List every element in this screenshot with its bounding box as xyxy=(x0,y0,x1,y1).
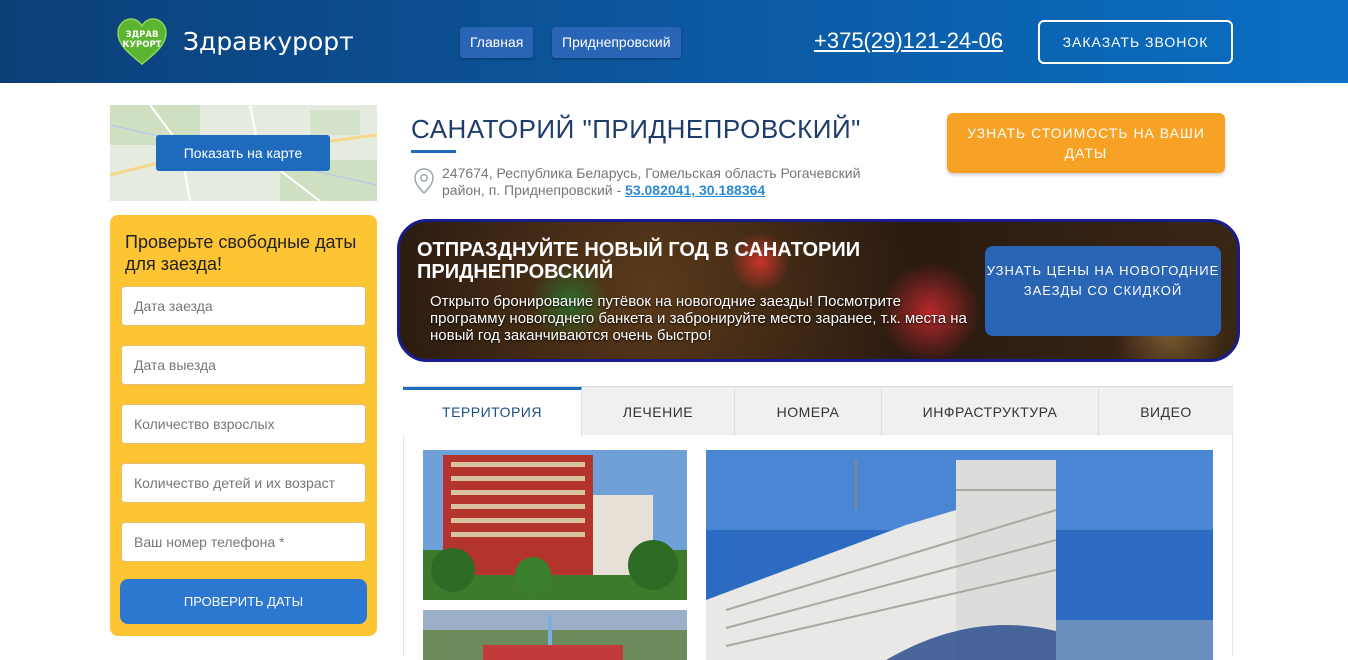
tab-video[interactable]: ВИДЕО xyxy=(1099,387,1233,436)
children-field[interactable]: Количество детей и их возраст xyxy=(121,463,366,503)
get-price-button[interactable]: УЗНАТЬ СТОИМОСТЬ НА ВАШИ ДАТЫ xyxy=(947,113,1225,173)
site-header: ЗДРАВ КУРОРТ Здравкурорт Главная Приднеп… xyxy=(0,0,1348,83)
territory-photo-main[interactable] xyxy=(706,450,1213,660)
phone-link[interactable]: +375(29)121-24-06 xyxy=(814,28,1003,54)
new-year-prices-button[interactable]: УЗНАТЬ ЦЕНЫ НА НОВОГОДНИЕ ЗАЕЗДЫ СО СКИД… xyxy=(985,246,1221,336)
logo-heart-icon[interactable]: ЗДРАВ КУРОРТ xyxy=(117,18,167,66)
nav-home[interactable]: Главная xyxy=(460,27,534,58)
checkout-date-field[interactable]: Дата выезда xyxy=(121,345,366,385)
new-year-banner: ОТПРАЗДНУЙТЕ НОВЫЙ ГОД В САНАТОРИИ ПРИДН… xyxy=(397,219,1240,362)
tab-territory[interactable]: ТЕРРИТОРИЯ xyxy=(403,387,582,436)
territory-photo-2[interactable] xyxy=(423,610,687,660)
availability-form: Проверьте свободные даты для заезда! Дат… xyxy=(110,215,377,636)
banner-text: Открыто бронирование путёвок на новогодн… xyxy=(430,293,967,344)
tab-rooms[interactable]: НОМЕРА xyxy=(735,387,882,436)
show-on-map-button[interactable]: Показать на карте xyxy=(156,135,330,171)
coords-link[interactable]: 53.082041, 30.188364 xyxy=(625,182,765,198)
tab-infrastructure[interactable]: ИНФРАСТРУКТУРА xyxy=(882,387,1099,436)
checkin-date-field[interactable]: Дата заезда xyxy=(121,286,366,326)
title-underline xyxy=(411,150,456,153)
nav-pridneprovsky[interactable]: Приднепровский xyxy=(552,27,681,58)
logo-badge-line1: ЗДРАВ xyxy=(126,30,159,40)
phone-field[interactable]: Ваш номер телефона * xyxy=(121,522,366,562)
logo-badge-line2: КУРОРТ xyxy=(123,40,162,50)
page-title: САНАТОРИЙ "ПРИДНЕПРОВСКИЙ" xyxy=(411,114,861,144)
tab-content xyxy=(403,435,1233,660)
form-title: Проверьте свободные даты для заезда! xyxy=(125,232,357,274)
location-pin-icon xyxy=(414,168,434,194)
address: 247674, Республика Беларусь, Гомельская … xyxy=(442,165,902,199)
order-call-button[interactable]: ЗАКАЗАТЬ ЗВОНОК xyxy=(1038,20,1233,64)
map-preview[interactable]: Показать на карте xyxy=(110,105,377,201)
check-dates-button[interactable]: ПРОВЕРИТЬ ДАТЫ xyxy=(120,579,367,624)
tabs-bar: ТЕРРИТОРИЯ ЛЕЧЕНИЕ НОМЕРА ИНФРАСТРУКТУРА… xyxy=(403,386,1233,436)
tab-treatment[interactable]: ЛЕЧЕНИЕ xyxy=(582,387,735,436)
adults-count-field[interactable]: Количество взрослых xyxy=(121,404,366,444)
territory-photo-1[interactable] xyxy=(423,450,687,600)
logo-text[interactable]: Здравкурорт xyxy=(183,27,354,56)
banner-title: ОТПРАЗДНУЙТЕ НОВЫЙ ГОД В САНАТОРИИ ПРИДН… xyxy=(417,239,861,283)
